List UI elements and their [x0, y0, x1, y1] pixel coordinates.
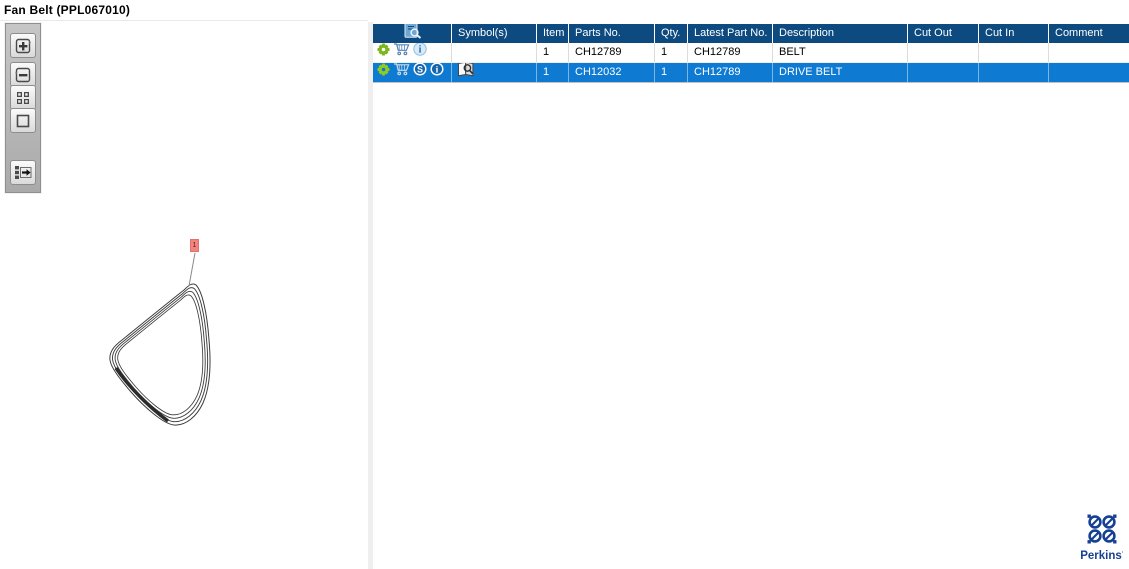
cell-cut-out: [908, 63, 979, 82]
cell-comment: [1049, 63, 1129, 82]
row-actions-cell: i: [373, 43, 452, 62]
cell-qty: 1: [655, 43, 688, 62]
row-actions-cell: S i: [373, 63, 452, 82]
svg-text:S: S: [417, 64, 423, 74]
cell-latest-part-no: CH12789: [688, 63, 773, 82]
cell-parts-no: CH12032: [569, 63, 655, 82]
cell-item: 1: [537, 43, 569, 62]
header-parts-no: Parts No.: [569, 24, 655, 43]
perkins-logo-icon: [1085, 514, 1119, 549]
header-latest-part-no: Latest Part No.: [688, 24, 773, 43]
perkins-wordmark: Perkins·: [1080, 550, 1124, 562]
parts-catalog-window: Fan Belt (PPL067010) 1 Symbol(s) Item Pa…: [0, 0, 1129, 569]
cell-latest-part-no: CH12789: [688, 43, 773, 62]
header-qty: Qty.: [655, 24, 688, 43]
panel-divider: [368, 22, 373, 569]
header-symbols: Symbol(s): [452, 24, 537, 43]
table-row-belt[interactable]: i 1 CH12789 1 CH12789 BELT: [373, 43, 1129, 63]
fan-belt-diagram: [109, 252, 211, 426]
diagram-callout-1[interactable]: 1: [190, 239, 199, 252]
table-header-row: Symbol(s) Item Parts No. Qty. Latest Par…: [373, 24, 1129, 43]
add-to-cart-icon[interactable]: [393, 63, 410, 82]
cell-comment: [1049, 43, 1129, 62]
header-actions-cell: [373, 24, 452, 43]
cell-description: BELT: [773, 43, 908, 62]
cell-qty: 1: [655, 63, 688, 82]
cell-symbols: [452, 63, 537, 82]
info-icon[interactable]: i: [430, 63, 444, 82]
cell-description: DRIVE BELT: [773, 63, 908, 82]
cell-cut-in: [979, 63, 1049, 82]
gear-icon[interactable]: [377, 63, 390, 82]
cell-cut-in: [979, 43, 1049, 62]
header-cut-out: Cut Out: [908, 24, 979, 43]
perkins-branding: Perkins·: [1078, 513, 1126, 562]
header-description: Description: [773, 24, 908, 43]
svg-text:i: i: [436, 65, 439, 75]
header-cut-in: Cut In: [979, 24, 1049, 43]
svg-text:i: i: [419, 45, 422, 56]
add-to-cart-icon[interactable]: [393, 43, 410, 62]
parts-table: Symbol(s) Item Parts No. Qty. Latest Par…: [373, 24, 1129, 83]
supersession-icon[interactable]: S: [413, 63, 427, 82]
cell-item: 1: [537, 63, 569, 82]
cell-parts-no: CH12789: [569, 43, 655, 62]
header-item: Item: [537, 24, 569, 43]
gear-icon[interactable]: [377, 43, 390, 62]
cell-cut-out: [908, 43, 979, 62]
document-search-icon: [401, 24, 423, 43]
cell-symbols: [452, 43, 537, 62]
header-comment: Comment: [1055, 27, 1103, 39]
table-row-drive-belt-selected[interactable]: S i 1 CH12032 1 CH12789 DRIVE BELT: [373, 63, 1129, 83]
symbol-book-search-icon[interactable]: [456, 63, 476, 82]
info-icon[interactable]: i: [413, 43, 427, 62]
